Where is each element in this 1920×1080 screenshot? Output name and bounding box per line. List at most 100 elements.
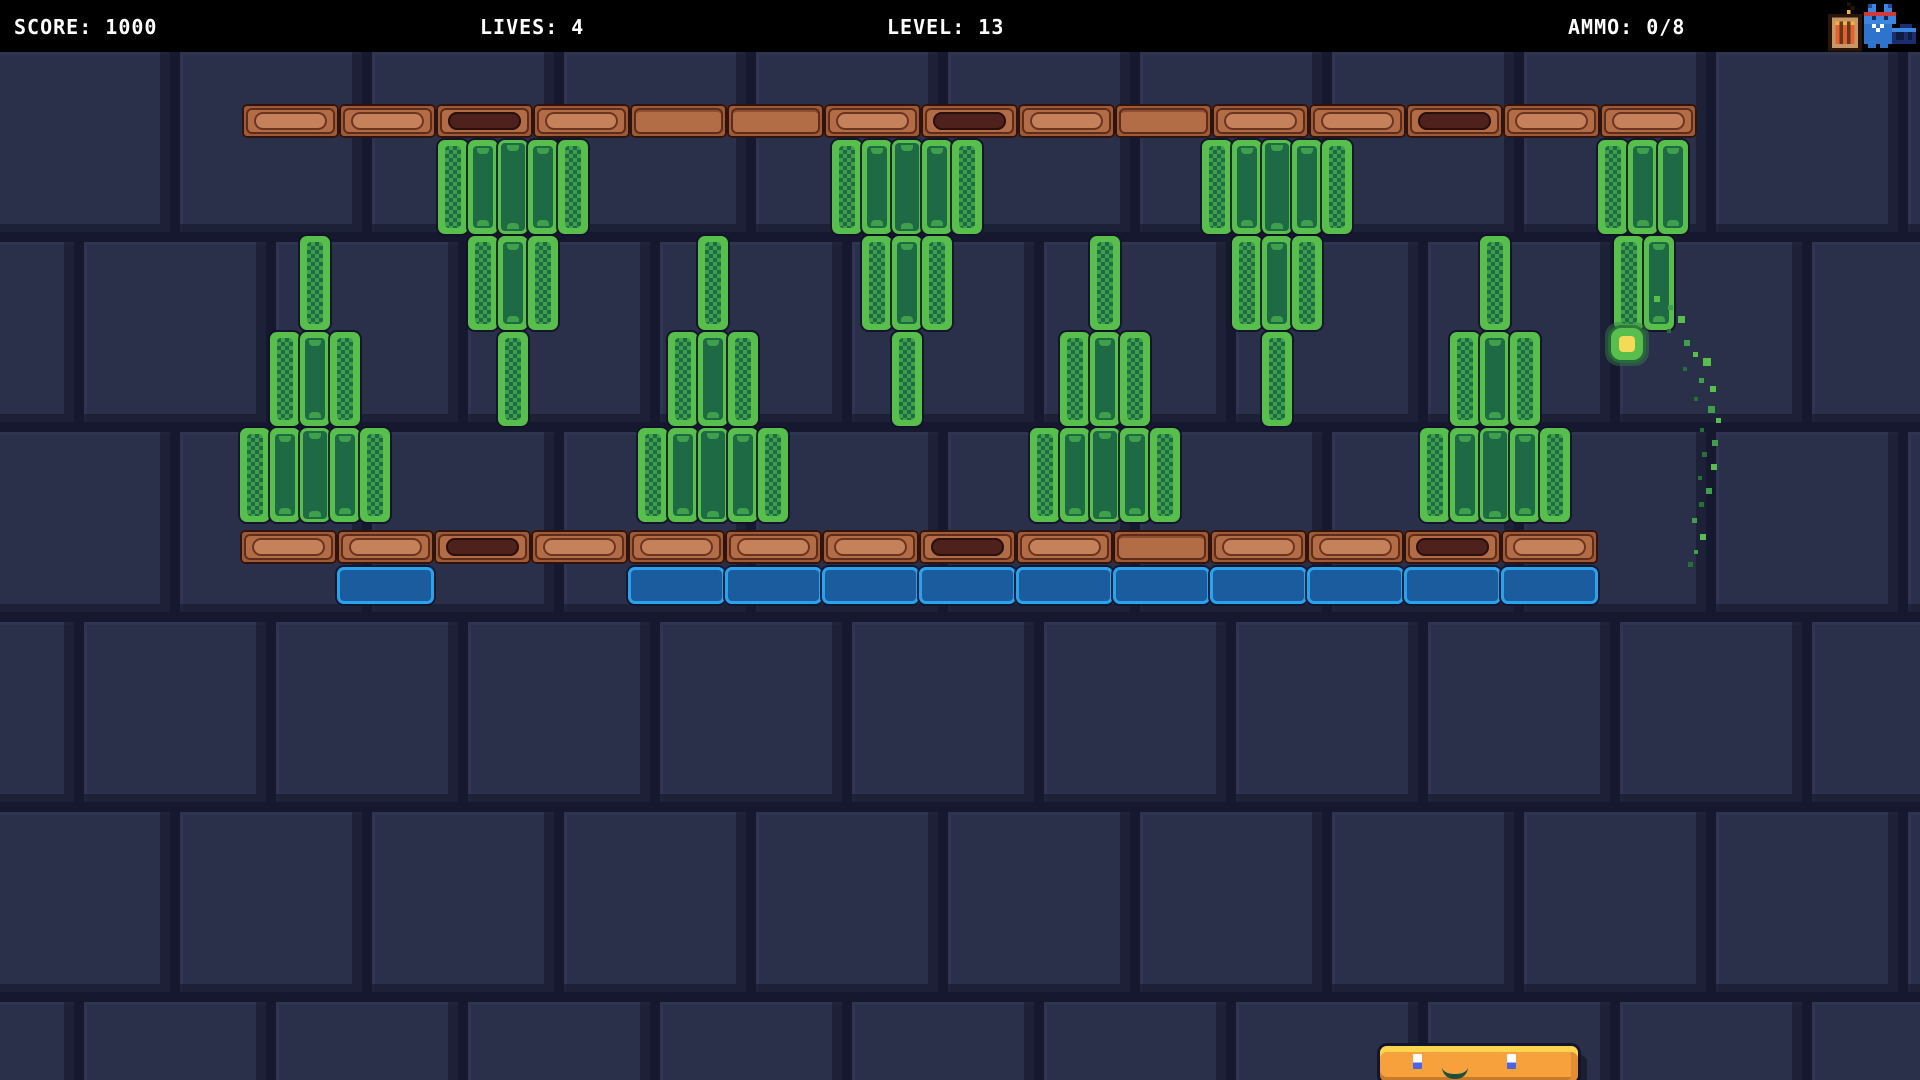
lives-label: LIVES: bbox=[480, 15, 558, 39]
game-screen[interactable]: SCORE: 1000 LIVES: 4 LEVEL: 13 AMMO: 0/8 bbox=[0, 0, 1920, 1080]
ammo-label: AMMO: bbox=[1568, 15, 1633, 39]
wall-brick bbox=[948, 812, 1130, 992]
brick-green-inner bbox=[1127, 338, 1143, 420]
brick-green-inner bbox=[869, 242, 885, 324]
brick-green-lattice bbox=[300, 236, 330, 330]
brick-green-inner bbox=[1621, 242, 1637, 324]
brick-green-inner bbox=[1269, 338, 1285, 420]
trail-particle bbox=[1668, 305, 1673, 310]
brick-blue bbox=[1501, 567, 1598, 604]
brick-green-lattice bbox=[1090, 236, 1120, 330]
brick-orange-damaged bbox=[921, 104, 1018, 138]
brick-green-lattice bbox=[1150, 428, 1180, 522]
brick-green-inner bbox=[475, 242, 491, 324]
brick-face bbox=[244, 534, 333, 560]
brick-green-inner bbox=[335, 434, 355, 516]
brick-green-inner bbox=[705, 242, 721, 324]
brick-green-inner bbox=[899, 338, 915, 420]
trail-particle bbox=[1700, 428, 1704, 432]
brick-green-inner bbox=[1487, 242, 1503, 324]
brick-green-lattice bbox=[1202, 140, 1232, 234]
brick-green-lattice bbox=[1262, 332, 1292, 426]
wall-brick bbox=[1620, 622, 1802, 802]
brick-green-lattice bbox=[270, 332, 300, 426]
brick-orange bbox=[1600, 104, 1697, 138]
brick-green-inner bbox=[701, 431, 725, 519]
wall-brick bbox=[0, 1002, 74, 1080]
brick-blue bbox=[1307, 567, 1404, 604]
brick-green-lattice bbox=[1540, 428, 1570, 522]
brick-green-lattice bbox=[1598, 140, 1628, 234]
brick-orange bbox=[1503, 104, 1600, 138]
brick-green-lattice bbox=[1480, 236, 1510, 330]
brick-green-solid bbox=[300, 428, 330, 522]
brick-orange bbox=[822, 530, 919, 564]
brick-green-inner bbox=[1427, 434, 1443, 516]
wall-brick bbox=[756, 812, 938, 992]
brick-orange-damaged bbox=[1406, 104, 1503, 138]
brick-face bbox=[1507, 108, 1596, 134]
ammo-value: 0/8 bbox=[1646, 15, 1685, 39]
brick-green-inner bbox=[1095, 338, 1115, 420]
brick-blue bbox=[822, 567, 919, 604]
brick-face bbox=[341, 534, 430, 560]
brick-face bbox=[343, 108, 432, 134]
brick-orange bbox=[337, 530, 434, 564]
score-value: 1000 bbox=[105, 15, 157, 39]
wall-brick bbox=[84, 242, 266, 422]
brick-face bbox=[1604, 108, 1693, 134]
score-label: SCORE: bbox=[14, 15, 92, 39]
dynamite-icon bbox=[1828, 2, 1862, 52]
brick-face bbox=[246, 108, 335, 134]
brick-green-inner bbox=[535, 242, 551, 324]
brick-green-lattice bbox=[922, 236, 952, 330]
trail-particle bbox=[1716, 418, 1721, 423]
brick-green-plain bbox=[1060, 428, 1090, 522]
brick-green-inner bbox=[1663, 146, 1683, 228]
brick-green-inner bbox=[337, 338, 353, 420]
wall-brick bbox=[1236, 622, 1418, 802]
brick-green-plain bbox=[698, 332, 728, 426]
brick-green-inner bbox=[1065, 434, 1085, 516]
brick-green-lattice bbox=[758, 428, 788, 522]
brick-orange bbox=[725, 530, 822, 564]
brick-green-lattice bbox=[698, 236, 728, 330]
trail-particle bbox=[1706, 488, 1712, 494]
brick-face bbox=[632, 534, 721, 560]
brick-green-inner bbox=[501, 143, 525, 231]
brick-green-lattice bbox=[668, 332, 698, 426]
brick-face bbox=[537, 108, 626, 134]
trail-particle bbox=[1678, 316, 1685, 323]
brick-face bbox=[1408, 534, 1497, 560]
wall-brick bbox=[1044, 622, 1226, 802]
brick-orange-damaged bbox=[919, 530, 1016, 564]
brick-green-inner bbox=[929, 242, 945, 324]
trail-particle bbox=[1703, 358, 1711, 366]
paddle[interactable] bbox=[1380, 1046, 1578, 1080]
brick-green-lattice bbox=[1232, 236, 1262, 330]
brick-face bbox=[440, 108, 529, 134]
brick-green-lattice bbox=[1614, 236, 1644, 330]
brick-green-plain bbox=[468, 140, 498, 234]
brick-orange bbox=[1210, 530, 1307, 564]
wall-brick bbox=[1716, 432, 1898, 612]
brick-face bbox=[731, 108, 820, 134]
brick-green-plain bbox=[1510, 428, 1540, 522]
brick-orange-damaged bbox=[436, 104, 533, 138]
brick-green-lattice bbox=[330, 332, 360, 426]
trail-particle bbox=[1667, 329, 1671, 333]
wall-brick bbox=[564, 812, 746, 992]
brick-green-plain bbox=[892, 236, 922, 330]
brick-green-inner bbox=[277, 338, 293, 420]
wall-brick bbox=[0, 242, 74, 422]
ball bbox=[1605, 322, 1649, 366]
trail-particle bbox=[1702, 452, 1707, 457]
trail-particle bbox=[1699, 378, 1704, 383]
brick-green-inner bbox=[1649, 242, 1669, 324]
trail-particle bbox=[1694, 550, 1698, 554]
brick-green-inner bbox=[1237, 146, 1257, 228]
brick-orange bbox=[1501, 530, 1598, 564]
wall-brick bbox=[660, 1002, 842, 1080]
wall-brick bbox=[0, 812, 170, 992]
level-display: LEVEL: 13 bbox=[887, 15, 1004, 39]
